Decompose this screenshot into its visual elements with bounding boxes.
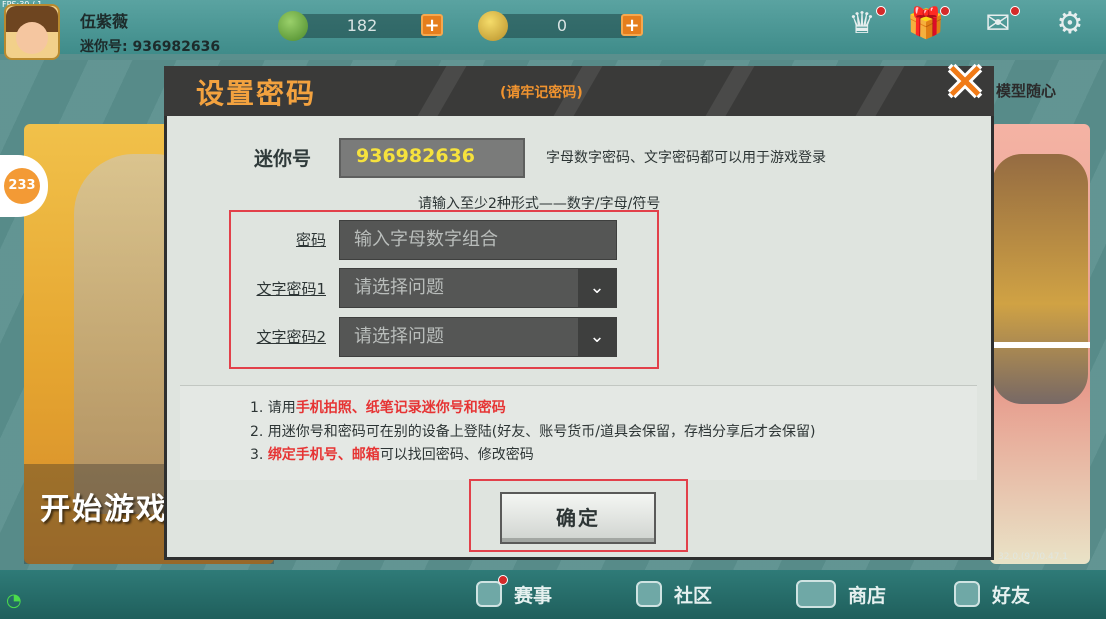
crown-notification-dot [876,6,886,16]
wifi-signal-icon: ◔ [6,590,22,611]
shopping-cart-icon [796,580,836,608]
nav-friends-label: 好友 [992,584,1031,607]
model-card[interactable] [990,124,1090,564]
add-gold-currency-button[interactable]: + [621,14,643,36]
avatar[interactable] [4,4,60,60]
robot-illustration [992,154,1088,404]
nav-community-label: 社区 [674,584,713,607]
nav-community[interactable]: 社区 [636,577,712,611]
nav-shop-label: 商店 [848,584,887,607]
settings-gear-icon[interactable]: ⚙ [1050,6,1090,42]
login-hint: 字母数字密码、文字密码都可以用于游戏登录 [546,150,826,166]
mini-id: 迷你号: 936982636 [80,39,221,55]
friends-icon [954,581,980,607]
add-green-currency-button[interactable]: + [421,14,443,36]
mail-notification-dot [1010,6,1020,16]
start-game-label: 开始游戏 [40,492,168,527]
dialog-subtitle: (请牢记密码) [500,85,583,101]
badge-count: 233 [4,168,40,204]
dialog-title: 设置密码 [196,77,317,110]
close-button[interactable]: ✕ [940,57,990,109]
highlight-password-fields [229,210,659,369]
nav-match[interactable]: 赛事 [476,577,552,611]
note-3: 3. 绑定手机号、邮箱可以找回密码、修改密码 [250,444,534,464]
note-1-emphasis: 手机拍照、纸笔记录迷你号和密码 [295,400,506,416]
mini-id-label: 迷你号 [254,148,312,170]
card-divider [990,342,1090,348]
green-currency-value: 182 [346,16,378,35]
community-icon [636,581,662,607]
gift-notification-dot [940,6,950,16]
gold-currency-value: 0 [556,16,568,35]
note-2: 2. 用迷你号和密码可在别的设备上登陆(好友、账号货币/道具会保留，存档分享后才… [250,424,816,440]
note-1: 1. 请用手机拍照、纸笔记录迷你号和密码 [250,397,506,417]
header-stripe [855,66,905,116]
green-gem-icon [278,11,308,41]
note-3-suffix: 可以找回密码、修改密码 [379,447,534,463]
nav-match-label: 赛事 [514,584,553,607]
avatar-face [16,22,48,54]
mini-id-value: 936982636 [356,145,475,167]
match-notification-dot [498,575,508,585]
note-1-prefix: 1. 请用 [250,400,296,416]
version-text: 32.0.(97)0.47.1 [998,552,1069,562]
username: 伍紫薇 [80,12,129,31]
bottom-nav-bar [0,570,1106,619]
model-card-label: 模型随心 [996,82,1057,100]
note-3-emphasis: 绑定手机号、邮箱 [267,447,380,463]
header-stripe [705,66,755,116]
nav-shop[interactable]: 商店 [796,577,886,611]
header-stripe [417,66,467,116]
gold-coin-icon [478,11,508,41]
nav-friends[interactable]: 好友 [954,577,1030,611]
highlight-confirm-button [469,479,688,552]
trophy-icon [476,581,502,607]
note-3-prefix: 3. [250,447,268,463]
